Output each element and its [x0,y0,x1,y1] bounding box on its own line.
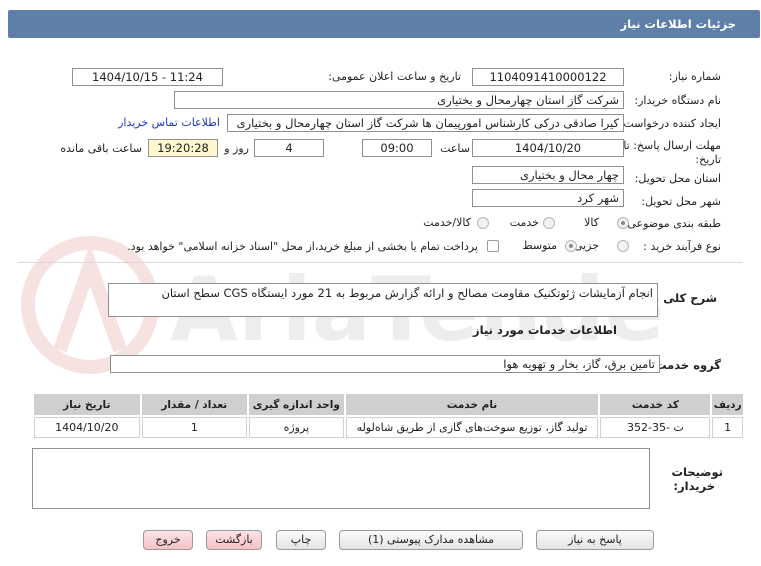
treasury-payment-checkbox[interactable] [487,240,499,252]
row-index: 1 [712,417,743,438]
deadline-date-field: 1404/10/20 [472,139,624,157]
services-table: ردیف کد خدمت نام خدمت واحد اندازه گیری ت… [32,392,745,440]
remaining-time-label: ساعت باقی مانده [60,142,142,155]
need-number-label: شماره نیاز: [668,70,721,83]
row-date: 1404/10/20 [34,417,140,438]
announce-datetime-field: 1404/10/15 - 11:24 [72,68,223,86]
deadline-time-label: ساعت [440,142,470,155]
delivery-province-label: استان محل تحویل: [634,172,721,185]
service-group-field: تامین برق، گاز، بخار و تهویه هوا [110,355,660,373]
category-service-radio[interactable] [543,217,555,229]
service-group-label: گروه خدمت: [650,358,721,372]
divider [18,262,743,263]
exit-button[interactable]: خروج [143,530,193,550]
deadline-time-field: 09:00 [362,139,432,157]
process-medium-label: متوسط [522,239,557,252]
request-creator-label: ایجاد کننده درخواست: [619,117,721,130]
services-section-title: اطلاعات خدمات مورد نیاز [473,323,617,337]
delivery-city-field: شهر کرد [472,189,624,207]
col-unit: واحد اندازه گیری [249,394,344,415]
row-code: ت -35-352 [600,417,711,438]
buyer-notes-label-2: خریدار: [673,479,715,493]
col-index: ردیف [712,394,743,415]
buyer-notes-textarea[interactable] [32,448,650,509]
category-goods-label: کالا [584,216,599,229]
treasury-payment-note: پرداخت تمام یا بخشی از مبلغ خرید،از محل … [127,240,478,253]
page-title: جزئیات اطلاعات نیاز [620,17,736,31]
col-date: تاریخ نیاز [34,394,140,415]
col-code: کد خدمت [600,394,711,415]
delivery-province-field: چهار محال و بختیاری [472,166,624,184]
process-partial-radio[interactable] [617,240,629,252]
view-attachments-button[interactable]: مشاهده مدارک پیوستی (1) [339,530,523,550]
row-name: تولید گاز، توزیع سوخت‌های گازی از طریق ش… [345,417,599,438]
remaining-time-field: 19:20:28 [148,139,218,157]
buyer-org-label: نام دستگاه خریدار: [634,94,721,107]
category-label: طبقه بندی موضوعی: [623,217,721,230]
process-type-label: نوع فرآیند خرید : [643,240,721,253]
page-header: جزئیات اطلاعات نیاز [8,10,760,38]
category-goods-service-radio[interactable] [477,217,489,229]
category-service-label: خدمت [509,216,539,229]
process-partial-label: جزیی [573,239,599,252]
back-button[interactable]: بازگشت [206,530,262,550]
col-qty: تعداد / مقدار [141,394,248,415]
announce-datetime-label: تاریخ و ساعت اعلان عمومی: [328,70,461,83]
process-medium-radio[interactable] [565,240,577,252]
delivery-city-label: شهر محل تحویل: [641,195,721,208]
remaining-days-label: روز و [224,142,249,155]
services-table-header: ردیف کد خدمت نام خدمت واحد اندازه گیری ت… [34,394,743,415]
row-unit: پروژه [249,417,344,438]
buyer-notes-label: توضیحات [671,465,724,479]
col-name: نام خدمت [345,394,599,415]
deadline-date-label: تاریخ: [695,153,721,166]
need-number-field: 1104091410000122 [472,68,624,86]
print-button[interactable]: چاپ [276,530,326,550]
deadline-label: مهلت ارسال پاسخ: تا [623,139,721,152]
buyer-contact-link[interactable]: اطلاعات تماس خریدار [118,116,220,129]
request-creator-field: کیرا صادقی درکی کارشناس امورپیمان ها شرک… [227,114,624,132]
remaining-days-field: 4 [254,139,324,157]
category-goods-radio[interactable] [617,217,629,229]
reply-button[interactable]: پاسخ به نیاز [536,530,654,550]
row-qty: 1 [141,417,248,438]
description-textarea[interactable]: انجام آزمایشات ژئوتکنیک مقاومت مصالح و ا… [108,283,658,317]
buyer-org-field: شرکت گاز استان چهارمحال و بختیاری [174,91,624,109]
table-row: 1 ت -35-352 تولید گاز، توزیع سوخت‌های گا… [34,417,743,438]
category-goods-service-label: کالا/خدمت [423,216,471,229]
